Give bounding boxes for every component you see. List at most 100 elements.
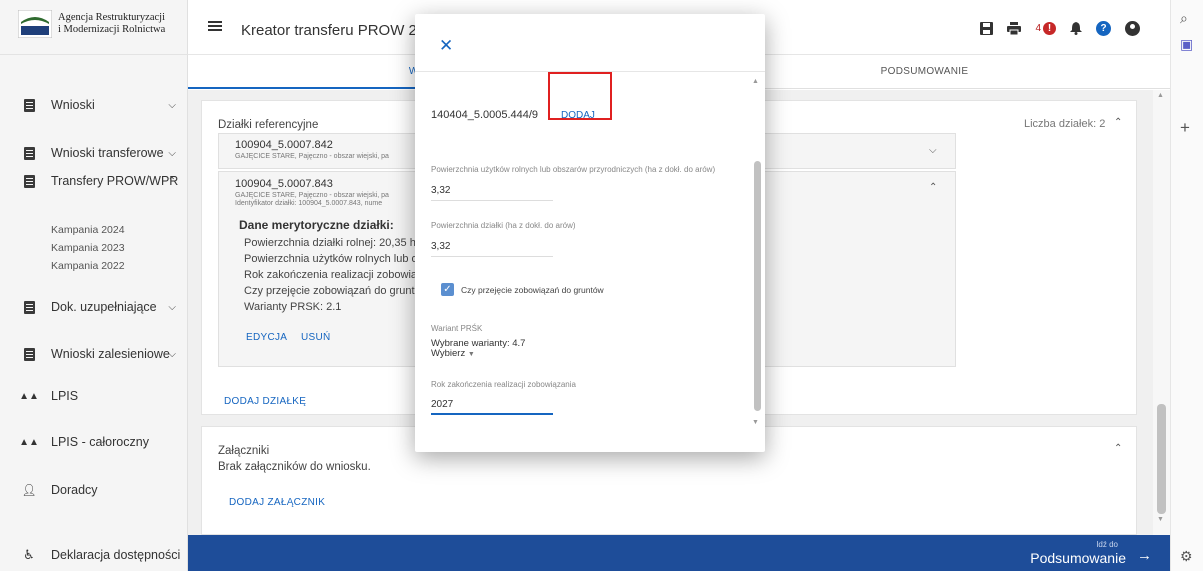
gear-icon[interactable]: ⚙: [1180, 548, 1193, 565]
sidebar-item-label: Wnioski transferowe: [51, 146, 164, 160]
mountain-icon: ▲▲: [19, 436, 39, 448]
scroll-up-arrow[interactable]: ▲: [1157, 92, 1164, 99]
page-title: Kreator transferu PROW 2: [241, 22, 417, 39]
arimr-logo[interactable]: Agencja Restrukturyzacji i Modernizacji …: [18, 10, 165, 38]
parcel-identifier: Identyfikator działki: 100904_5.0007.843…: [235, 200, 383, 207]
sidebar-item-dok-uzupelniajace[interactable]: Dok. uzupełniające ⌵: [0, 292, 188, 322]
attachments-empty: Brak załączników do wniosku.: [218, 461, 371, 473]
parcels-count: Liczba działek: 2: [1024, 118, 1106, 130]
document-icon: [22, 98, 36, 112]
help-icon[interactable]: ?: [1096, 21, 1111, 36]
sidebar-subitem-kampania-2022[interactable]: Kampania 2022: [51, 260, 125, 272]
sidebar-item-deklaracja[interactable]: ♿︎ Deklaracja dostępności: [0, 540, 188, 570]
sidebar-item-label: Wnioski zalesieniowe: [51, 347, 170, 361]
browser-side-panel: ⌕ ▣ + ⚙: [1170, 0, 1203, 571]
person-icon: 👤︎: [21, 483, 37, 497]
sidebar-item-label: Dok. uzupełniające: [51, 300, 157, 314]
chevron-up-icon[interactable]: ⌃: [1114, 117, 1122, 128]
merit-title: Dane merytoryczne działki:: [239, 218, 394, 232]
sidebar-item-label: Transfery PROW/WPR: [51, 174, 179, 188]
sidebar-item-label: LPIS: [51, 389, 79, 403]
sidebar-item-wnioski[interactable]: Wnioski ⌵: [0, 90, 188, 120]
sidebar-item-label: Deklaracja dostępności: [51, 548, 181, 562]
print-icon[interactable]: [1007, 22, 1022, 35]
chevron-down-icon: ⌵: [168, 147, 176, 159]
sidebar-item-transfery[interactable]: Transfery PROW/WPR ⌃: [0, 166, 188, 196]
year-input[interactable]: 2027: [431, 399, 453, 410]
save-icon[interactable]: [980, 22, 994, 35]
input-underline: [431, 256, 553, 257]
dialog-parcel-id: 140404_5.0005.444/9: [431, 109, 539, 121]
obligation-checkbox[interactable]: ✓: [441, 283, 454, 296]
parcel-location: GAJĘCICE STARE, Pajęczno - obszar wiejsk…: [235, 153, 389, 160]
delete-button[interactable]: USUŃ: [301, 332, 331, 343]
chevron-up-icon[interactable]: ⌃: [1114, 443, 1122, 454]
parcel-id: 100904_5.0007.843: [235, 178, 333, 190]
dialog-scroll-up-arrow[interactable]: ▲: [752, 78, 759, 85]
sidebar-item-label: Wnioski: [51, 98, 95, 112]
sidebar-item-label: Doradcy: [51, 483, 98, 497]
logo-line1: Agencja Restrukturyzacji: [58, 12, 165, 23]
divider: [0, 54, 188, 55]
field-parcel-area-input[interactable]: 3,32: [431, 241, 450, 252]
dropdown-arrow-icon: ▼: [467, 351, 475, 358]
sidebar-item-label: LPIS - całoroczny: [51, 435, 149, 449]
chevron-up-icon: ⌃: [167, 175, 176, 187]
merit-line: Rok zakończenia realizacji zobowiąz: [244, 269, 423, 281]
plus-icon[interactable]: +: [1180, 118, 1190, 138]
add-attachment-button[interactable]: DODAJ ZAŁĄCZNIK: [229, 497, 325, 508]
highlight-box: [548, 72, 612, 120]
scroll-down-arrow[interactable]: ▼: [1157, 516, 1164, 523]
notification-count: 4: [1035, 23, 1041, 34]
edit-button[interactable]: EDYCJA: [246, 332, 287, 343]
search-icon[interactable]: ⌕: [1180, 10, 1188, 27]
chevron-down-icon[interactable]: ⌵: [929, 145, 937, 156]
bell-icon[interactable]: [1070, 22, 1082, 35]
add-parcel-button[interactable]: DODAJ DZIAŁKĘ: [224, 396, 306, 407]
accessibility-icon: ♿︎: [23, 547, 35, 562]
merit-line: Powierzchnia działki rolnej: 20,35 ha: [244, 237, 422, 249]
dialog-header: ✕: [415, 14, 765, 72]
sidebar-item-lpis-caloroczny[interactable]: ▲▲ LPIS - całoroczny: [0, 427, 188, 457]
sidebar: Agencja Restrukturyzacji i Modernizacji …: [0, 0, 188, 571]
sidebar-subitem-kampania-2024[interactable]: Kampania 2024: [51, 224, 125, 236]
go-to-label: Idź do: [1096, 540, 1118, 549]
dialog-scrollbar-thumb[interactable]: [754, 161, 761, 411]
chevron-up-icon[interactable]: ⌃: [929, 182, 937, 193]
input-underline: [431, 200, 553, 201]
field-parcel-area-label: Powierzchnia działki (ha z dokł. do arów…: [431, 221, 576, 230]
teams-icon[interactable]: ▣: [1180, 36, 1193, 53]
field-agricultural-area-input[interactable]: 3,32: [431, 185, 450, 196]
variant-select[interactable]: Wybierz ▼: [431, 348, 475, 359]
variant-select-label: Wybierz: [431, 348, 466, 359]
variant-label: Wariant PRŚK: [431, 324, 483, 333]
alerts-indicator[interactable]: 4 !: [1035, 22, 1056, 35]
dialog-scroll-down-arrow[interactable]: ▼: [752, 419, 759, 426]
mountain-icon: ▲▲: [19, 390, 39, 402]
document-icon: [22, 146, 36, 160]
field-agricultural-area-label: Powierzchnia użytków rolnych lub obszaró…: [431, 165, 716, 174]
alert-icon: !: [1043, 22, 1056, 35]
document-icon: [22, 174, 36, 188]
input-underline-focused: [431, 413, 553, 415]
close-icon[interactable]: ✕: [439, 36, 453, 56]
document-icon: [22, 300, 36, 314]
scrollbar-thumb[interactable]: [1157, 404, 1166, 514]
sidebar-item-doradcy[interactable]: 👤︎ Doradcy: [0, 475, 188, 505]
parcels-title: Działki referencyjne: [218, 119, 319, 131]
merit-line: Powierzchnia użytków rolnych lub ob: [244, 253, 424, 265]
sidebar-item-lpis[interactable]: ▲▲ LPIS: [0, 381, 188, 411]
document-icon: [22, 347, 36, 361]
chevron-down-icon: ⌵: [168, 348, 176, 360]
sidebar-item-wnioski-transferowe[interactable]: Wnioski transferowe ⌵: [0, 138, 188, 168]
logo-line2: i Modernizacji Rolnictwa: [58, 24, 166, 35]
obligation-checkbox-label: Czy przejęcie zobowiązań do gruntów: [461, 285, 604, 295]
sidebar-item-wnioski-zalesieniowe[interactable]: Wnioski zalesieniowe ⌵: [0, 339, 188, 369]
merit-line: Czy przejęcie zobowiązań do gruntów: [244, 285, 429, 297]
user-account-icon[interactable]: [1125, 21, 1140, 36]
next-step-bar[interactable]: Idź do Podsumowanie →: [188, 535, 1170, 571]
menu-icon[interactable]: [208, 25, 222, 27]
year-label: Rok zakończenia realizacji zobowiązania: [431, 380, 576, 389]
merit-line: Warianty PRSK: 2.1: [244, 301, 342, 313]
sidebar-subitem-kampania-2023[interactable]: Kampania 2023: [51, 242, 125, 254]
